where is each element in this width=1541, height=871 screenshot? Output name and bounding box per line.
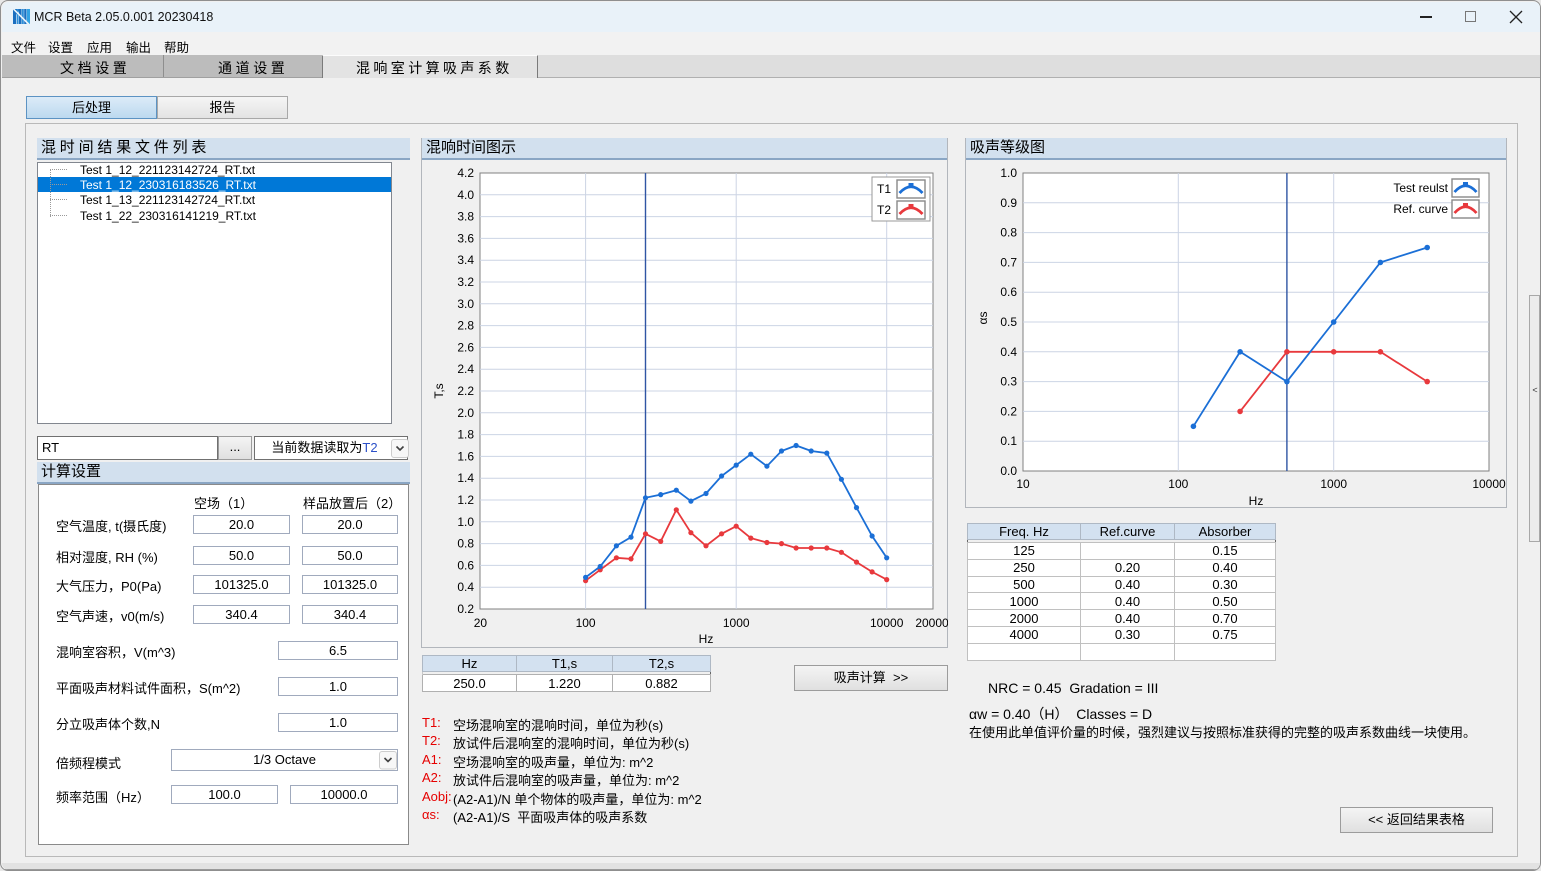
svg-text:20000: 20000 xyxy=(915,616,948,630)
svg-text:10000: 10000 xyxy=(870,616,904,630)
svg-text:4.2: 4.2 xyxy=(457,166,474,180)
svg-text:T1: T1 xyxy=(877,182,891,196)
svg-text:0.0: 0.0 xyxy=(1000,464,1017,478)
svg-text:0.5: 0.5 xyxy=(1000,315,1017,329)
svg-text:20: 20 xyxy=(474,616,488,630)
svg-text:1.2: 1.2 xyxy=(457,493,474,507)
svg-text:1000: 1000 xyxy=(1320,477,1347,491)
svg-text:1.4: 1.4 xyxy=(457,471,474,485)
svg-text:2.4: 2.4 xyxy=(457,362,474,376)
svg-text:T,s: T,s xyxy=(432,383,446,398)
svg-text:3.6: 3.6 xyxy=(457,231,474,245)
svg-text:1.6: 1.6 xyxy=(457,449,474,463)
svg-text:100: 100 xyxy=(1168,477,1188,491)
svg-text:2.8: 2.8 xyxy=(457,319,474,333)
svg-text:1000: 1000 xyxy=(723,616,750,630)
svg-text:0.2: 0.2 xyxy=(1000,404,1017,418)
svg-text:100: 100 xyxy=(576,616,596,630)
svg-text:T2: T2 xyxy=(877,203,891,217)
svg-text:2.6: 2.6 xyxy=(457,340,474,354)
svg-text:0.8: 0.8 xyxy=(1000,226,1017,240)
svg-text:0.6: 0.6 xyxy=(1000,285,1017,299)
svg-text:0.6: 0.6 xyxy=(457,558,474,572)
svg-text:Test reulst: Test reulst xyxy=(1393,181,1448,195)
svg-text:1.0: 1.0 xyxy=(1000,166,1017,180)
svg-text:0.3: 0.3 xyxy=(1000,375,1017,389)
svg-text:0.8: 0.8 xyxy=(457,537,474,551)
svg-text:0.2: 0.2 xyxy=(457,602,474,616)
svg-text:1.8: 1.8 xyxy=(457,428,474,442)
svg-text:3.4: 3.4 xyxy=(457,253,474,267)
svg-text:Ref. curve: Ref. curve xyxy=(1393,202,1448,216)
svg-text:3.8: 3.8 xyxy=(457,210,474,224)
svg-text:10: 10 xyxy=(1016,477,1030,491)
svg-text:0.4: 0.4 xyxy=(457,580,474,594)
svg-text:Hz: Hz xyxy=(699,632,714,646)
svg-text:1.0: 1.0 xyxy=(457,515,474,529)
svg-text:10000: 10000 xyxy=(1472,477,1506,491)
svg-text:3.2: 3.2 xyxy=(457,275,474,289)
svg-text:2.2: 2.2 xyxy=(457,384,474,398)
svg-text:2.0: 2.0 xyxy=(457,406,474,420)
svg-text:0.1: 0.1 xyxy=(1000,434,1017,448)
svg-text:Hz: Hz xyxy=(1249,494,1264,508)
svg-text:3.0: 3.0 xyxy=(457,297,474,311)
svg-text:αs: αs xyxy=(976,312,990,325)
svg-text:0.4: 0.4 xyxy=(1000,345,1017,359)
svg-text:4.0: 4.0 xyxy=(457,188,474,202)
svg-text:0.9: 0.9 xyxy=(1000,196,1017,210)
svg-text:0.7: 0.7 xyxy=(1000,255,1017,269)
